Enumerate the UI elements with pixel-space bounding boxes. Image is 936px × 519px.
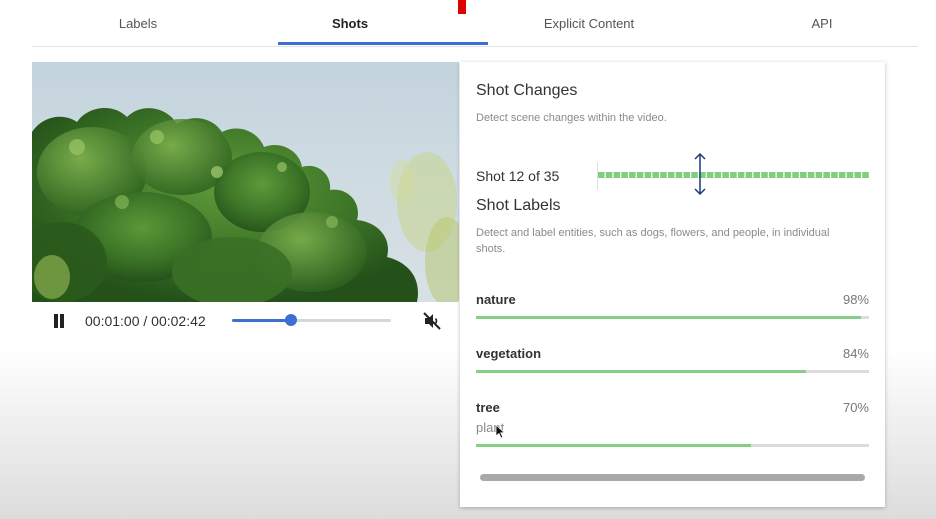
confidence-bar <box>476 444 869 447</box>
shot-segment[interactable] <box>815 172 823 178</box>
label-percent: 98% <box>842 292 869 307</box>
shot-segment[interactable] <box>660 172 667 178</box>
shot-segment[interactable] <box>800 172 807 178</box>
shot-segment[interactable] <box>644 172 652 178</box>
pause-icon[interactable] <box>53 314 65 328</box>
shot-counter: Shot 12 of 35 <box>476 168 560 184</box>
shot-changes-description: Detect scene changes within the video. <box>476 112 667 124</box>
tab-shots[interactable]: Shots <box>320 16 380 31</box>
shot-segment[interactable] <box>675 172 683 178</box>
shot-segment[interactable] <box>598 172 605 178</box>
resize-vertical-icon[interactable] <box>692 151 708 197</box>
label-name: tree <box>476 400 500 415</box>
tab-labels[interactable]: Labels <box>108 16 168 31</box>
shot-segment[interactable] <box>621 172 628 178</box>
shot-labels-description: Detect and label entities, such as dogs,… <box>476 227 830 255</box>
shot-segment[interactable] <box>792 172 799 178</box>
shot-segment[interactable] <box>745 172 753 178</box>
shot-segment[interactable] <box>838 172 846 178</box>
confidence-bar-fill <box>476 370 807 373</box>
confidence-bar <box>476 316 869 319</box>
shot-segment[interactable] <box>683 172 691 178</box>
tab-api[interactable]: API <box>802 16 842 31</box>
shot-segment[interactable] <box>776 172 784 178</box>
shot-segment[interactable] <box>730 172 737 178</box>
active-tab-indicator <box>278 42 488 45</box>
label-percent: 70% <box>842 400 869 415</box>
shot-segment[interactable] <box>636 172 644 178</box>
shot-segment[interactable] <box>605 172 613 178</box>
shot-segment[interactable] <box>846 172 854 178</box>
time-display: 00:01:00 / 00:02:42 <box>85 313 206 329</box>
shot-segment[interactable] <box>831 172 838 178</box>
video-frame[interactable] <box>32 62 459 302</box>
shot-timeline[interactable] <box>598 168 870 182</box>
shot-segment[interactable] <box>784 172 792 178</box>
seek-bar[interactable] <box>232 314 391 326</box>
shot-segment[interactable] <box>807 172 815 178</box>
shots-panel: Shot Changes Detect scene changes within… <box>460 62 885 507</box>
recording-indicator <box>458 0 466 14</box>
shot-segment[interactable] <box>854 172 862 178</box>
shot-segment[interactable] <box>737 172 745 178</box>
shot-segment[interactable] <box>722 172 729 178</box>
video-frame-image <box>32 107 459 302</box>
volume-off-icon[interactable] <box>422 311 442 331</box>
tab-explicit-content[interactable]: Explicit Content <box>529 16 649 31</box>
shot-labels-title: Shot Labels <box>476 197 561 214</box>
shot-segment[interactable] <box>613 172 621 178</box>
shot-changes-title: Shot Changes <box>476 82 578 99</box>
shot-segment[interactable] <box>652 172 659 178</box>
player-controls: 00:01:00 / 00:02:42 <box>32 305 459 337</box>
shot-segment[interactable] <box>629 172 636 178</box>
shot-segment[interactable] <box>761 172 768 178</box>
seek-bar-progress <box>232 319 291 322</box>
label-percent: 84% <box>842 346 869 361</box>
shot-segment[interactable] <box>753 172 760 178</box>
mouse-cursor-icon <box>496 425 506 439</box>
seek-bar-handle[interactable] <box>284 314 297 326</box>
confidence-bar-fill <box>476 444 752 447</box>
confidence-bar <box>476 370 869 373</box>
shot-segment[interactable] <box>768 172 776 178</box>
shot-segment[interactable] <box>667 172 675 178</box>
label-name: nature <box>476 292 516 307</box>
label-name: vegetation <box>476 346 542 361</box>
horizontal-scrollbar[interactable] <box>480 474 865 481</box>
tab-bar: Labels Shots Explicit Content API <box>32 0 918 47</box>
shot-segment[interactable] <box>714 172 722 178</box>
confidence-bar-fill <box>476 316 862 319</box>
shot-segment[interactable] <box>862 172 869 178</box>
shot-segment[interactable] <box>823 172 830 178</box>
